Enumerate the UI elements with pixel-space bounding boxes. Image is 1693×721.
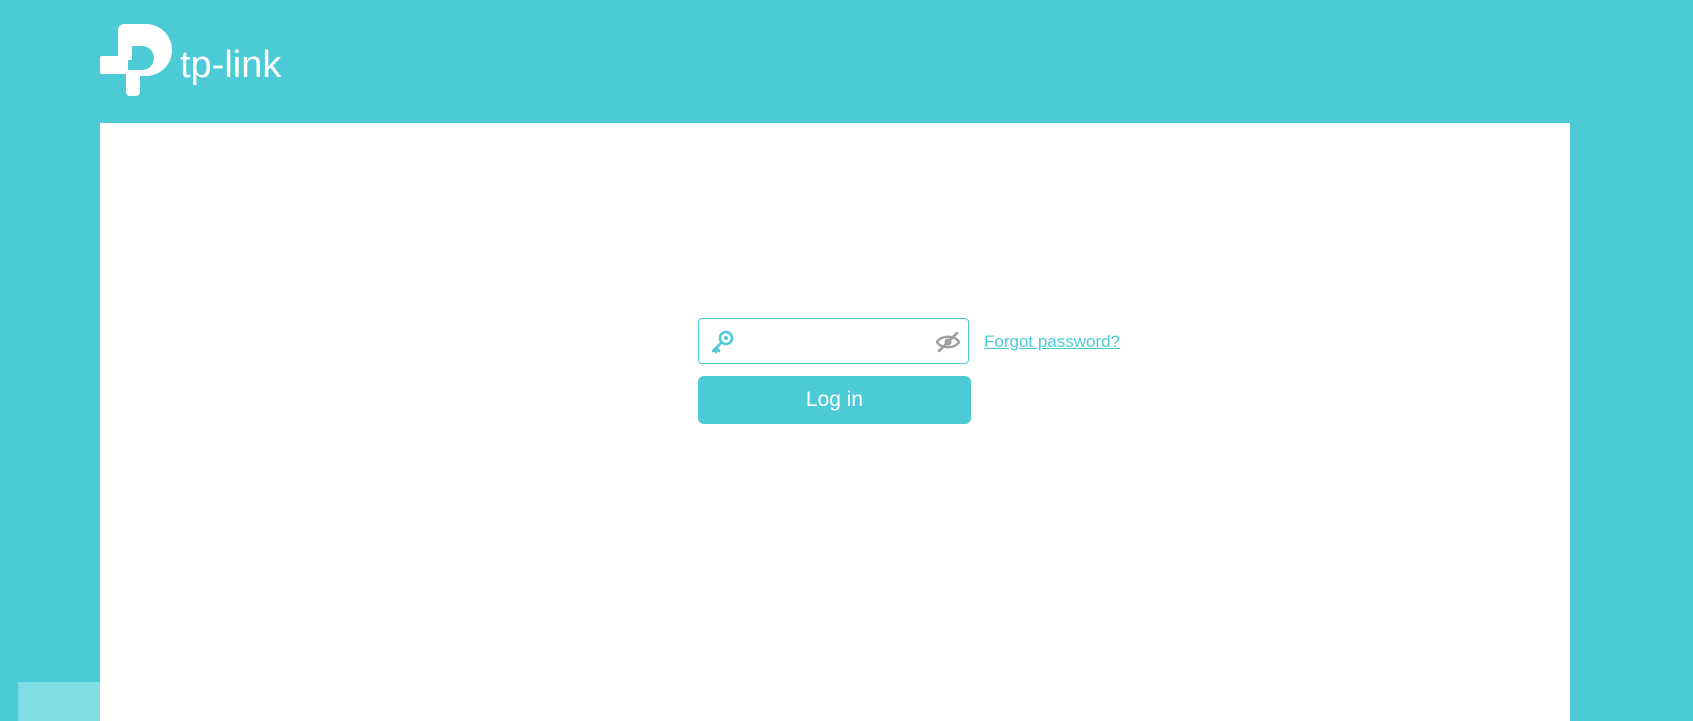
tp-link-logo: tp-link	[100, 20, 300, 96]
login-button[interactable]: Log in	[698, 376, 971, 424]
tp-link-logo-icon: tp-link	[100, 24, 282, 96]
content-card: Forgot password? Log in	[100, 123, 1570, 721]
login-page: tp-link Forgot password? Log in	[0, 0, 1693, 721]
logo-text: tp-link	[180, 44, 282, 86]
login-form: Forgot password? Log in	[698, 318, 1120, 424]
key-icon	[709, 329, 735, 355]
forgot-password-link[interactable]: Forgot password?	[984, 332, 1120, 352]
password-input[interactable]	[741, 323, 925, 361]
bottom-tab	[18, 682, 100, 721]
eye-slash-icon[interactable]	[935, 330, 961, 354]
password-field-box: Forgot password?	[698, 318, 1120, 364]
